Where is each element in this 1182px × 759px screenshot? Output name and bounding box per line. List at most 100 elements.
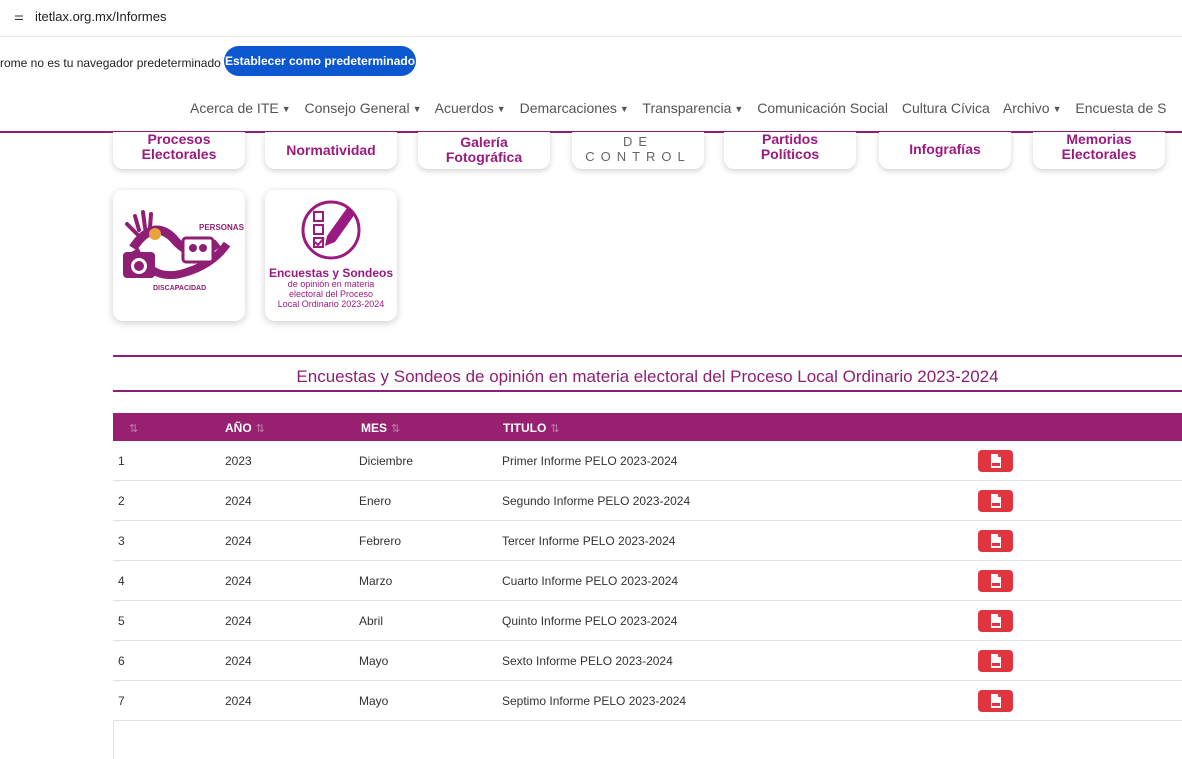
card-memorias[interactable]: Memorias Electorales <box>1033 132 1165 169</box>
pdf-icon <box>990 654 1001 668</box>
default-browser-message: rome no es tu navegador predeterminado <box>0 56 221 70</box>
sort-icon: ⇅ <box>391 423 401 435</box>
row-title: Quinto Informe PELO 2023-2024 <box>502 614 678 628</box>
card-galeria[interactable]: Galería Fotográfica <box>418 132 550 169</box>
row-title: Tercer Informe PELO 2023-2024 <box>502 534 676 548</box>
card-label: DE CONTROL <box>585 134 691 164</box>
nav-item-archivo[interactable]: Archivo ▼ <box>1003 100 1062 116</box>
svg-text:PERSONAS: PERSONAS <box>199 223 245 232</box>
pdf-download-button[interactable] <box>978 450 1013 472</box>
card-infografias[interactable]: Infografías <box>879 132 1011 169</box>
table-row: 4 2024 Marzo Cuarto Informe PELO 2023-2024 <box>113 561 1182 601</box>
card-encuestas-sondeos[interactable]: Encuestas y Sondeos de opinión en materi… <box>265 190 397 321</box>
row-month: Diciembre <box>359 454 414 468</box>
pdf-download-button[interactable] <box>978 570 1013 592</box>
nav-item-acerca[interactable]: Acerca de ITE ▼ <box>190 100 291 116</box>
card-normatividad[interactable]: Normatividad <box>265 132 397 169</box>
header-label: AÑO <box>225 421 252 435</box>
header-num[interactable]: ⇅ <box>125 421 138 435</box>
table-row: 5 2024 Abril Quinto Informe PELO 2023-2024 <box>113 601 1182 641</box>
sort-icon: ⇅ <box>255 423 265 435</box>
pdf-download-button[interactable] <box>978 650 1013 672</box>
header-title[interactable]: TITULO ⇅ <box>503 421 560 435</box>
nav-item-encuesta[interactable]: Encuesta de S <box>1075 100 1166 116</box>
table-row: 2 2024 Enero Segundo Informe PELO 2023-2024 <box>113 481 1182 521</box>
nav-item-transparencia[interactable]: Transparencia ▼ <box>642 100 743 116</box>
row-month: Abril <box>359 614 384 628</box>
sort-icon: ⇅ <box>550 423 560 435</box>
card-label: Infografías <box>909 141 981 157</box>
card-label: Electorales <box>1061 146 1137 162</box>
row-month: Febrero <box>359 534 402 548</box>
pdf-icon <box>990 534 1001 548</box>
sort-icon: ⇅ <box>129 423 139 435</box>
table-header: ⇅ AÑO ⇅ MES ⇅ TITULO ⇅ <box>113 413 1182 441</box>
card-procesos-electorales[interactable]: Procesos Electorales <box>113 132 245 169</box>
row-month: Enero <box>359 494 392 508</box>
row-number: 6 <box>118 654 125 668</box>
row-month: Marzo <box>359 574 393 588</box>
pdf-icon <box>990 574 1001 588</box>
row-year: 2024 <box>225 654 252 668</box>
row-title: Segundo Informe PELO 2023-2024 <box>502 494 691 508</box>
card-control[interactable]: DE CONTROL <box>572 132 704 169</box>
site-nav: Acerca de ITE ▼ Consejo General ▼ Acuerdos… <box>0 87 1182 133</box>
pdf-download-button[interactable] <box>978 610 1013 632</box>
row-number: 1 <box>118 454 125 468</box>
site-settings-icon[interactable]: ⚌ <box>14 10 24 23</box>
set-default-button[interactable]: Establecer como predeterminado <box>224 46 416 76</box>
encuestas-title: Encuestas y Sondeos <box>268 266 394 280</box>
card-label: Memorias <box>1066 131 1132 147</box>
row-year: 2024 <box>225 494 252 508</box>
card-partidos[interactable]: Partidos Políticos <box>724 132 856 169</box>
disability-logo: PERSONAS DISCAPACIDAD <box>123 210 245 292</box>
pdf-icon <box>990 694 1001 708</box>
header-month[interactable]: MES ⇅ <box>361 421 400 435</box>
nav-label: Transparencia <box>642 100 732 116</box>
pdf-icon <box>990 494 1001 508</box>
encuestas-subtitle-line: electoral del Proceso <box>288 289 374 299</box>
nav-label: Acerca de ITE <box>190 100 279 116</box>
caret-down-icon: ▼ <box>1052 104 1062 114</box>
row-number: 5 <box>118 614 125 628</box>
table-row: 3 2024 Febrero Tercer Informe PELO 2023-202… <box>113 521 1182 561</box>
pdf-download-button[interactable] <box>978 690 1013 712</box>
row-year: 2024 <box>225 614 252 628</box>
encuestas-subtitle: de opinión en materia electoral del Proc… <box>267 279 395 309</box>
url-text[interactable]: itetlax.org.mx/Informes <box>35 9 167 24</box>
pdf-download-button[interactable] <box>978 530 1013 552</box>
table-row: 1 2023 Diciembre Primer Informe PELO 2023-2… <box>113 441 1182 481</box>
nav-item-demarcaciones[interactable]: Demarcaciones ▼ <box>520 100 629 116</box>
caret-down-icon: ▼ <box>412 104 422 114</box>
row-month: Mayo <box>359 654 389 668</box>
svg-text:DISCAPACIDAD: DISCAPACIDAD <box>153 285 206 292</box>
header-year[interactable]: AÑO ⇅ <box>225 421 265 435</box>
section-divider <box>113 390 1182 392</box>
row-title: Cuarto Informe PELO 2023-2024 <box>502 574 679 588</box>
table-footer-area <box>113 721 1182 759</box>
card-label: Fotográfica <box>445 149 523 165</box>
row-number: 3 <box>118 534 125 548</box>
row-year: 2023 <box>225 454 252 468</box>
card-label: Galería <box>460 134 508 150</box>
card-label: Políticos <box>760 146 820 162</box>
card-label: Partidos <box>761 131 818 147</box>
encuestas-subtitle-line: Local Ordinario 2023-2024 <box>277 299 385 309</box>
row-number: 7 <box>118 694 125 708</box>
encuestas-subtitle-line: de opinión en materia <box>287 279 375 289</box>
table-body: 1 2023 Diciembre Primer Informe PELO 2023-2… <box>113 441 1182 721</box>
row-year: 2024 <box>225 574 252 588</box>
row-title: Sexto Informe PELO 2023-2024 <box>502 654 673 668</box>
browser-address-bar[interactable]: ⚌ itetlax.org.mx/Informes <box>0 0 1182 36</box>
nav-item-acuerdos[interactable]: Acuerdos ▼ <box>435 100 506 116</box>
card-personas-discapacidad[interactable]: PERSONAS DISCAPACIDAD <box>113 190 245 321</box>
row-year: 2024 <box>225 694 252 708</box>
caret-down-icon: ▼ <box>619 104 629 114</box>
nav-item-cultura[interactable]: Cultura Cívica <box>902 100 990 116</box>
nav-item-consejo[interactable]: Consejo General ▼ <box>305 100 422 116</box>
default-browser-infobar: rome no es tu navegador predeterminado E… <box>0 36 1182 88</box>
pdf-download-button[interactable] <box>978 490 1013 512</box>
nav-label: Acuerdos <box>434 100 494 116</box>
card-label: Electorales <box>141 146 217 162</box>
nav-item-comunicacion[interactable]: Comunicación Social <box>757 100 888 116</box>
